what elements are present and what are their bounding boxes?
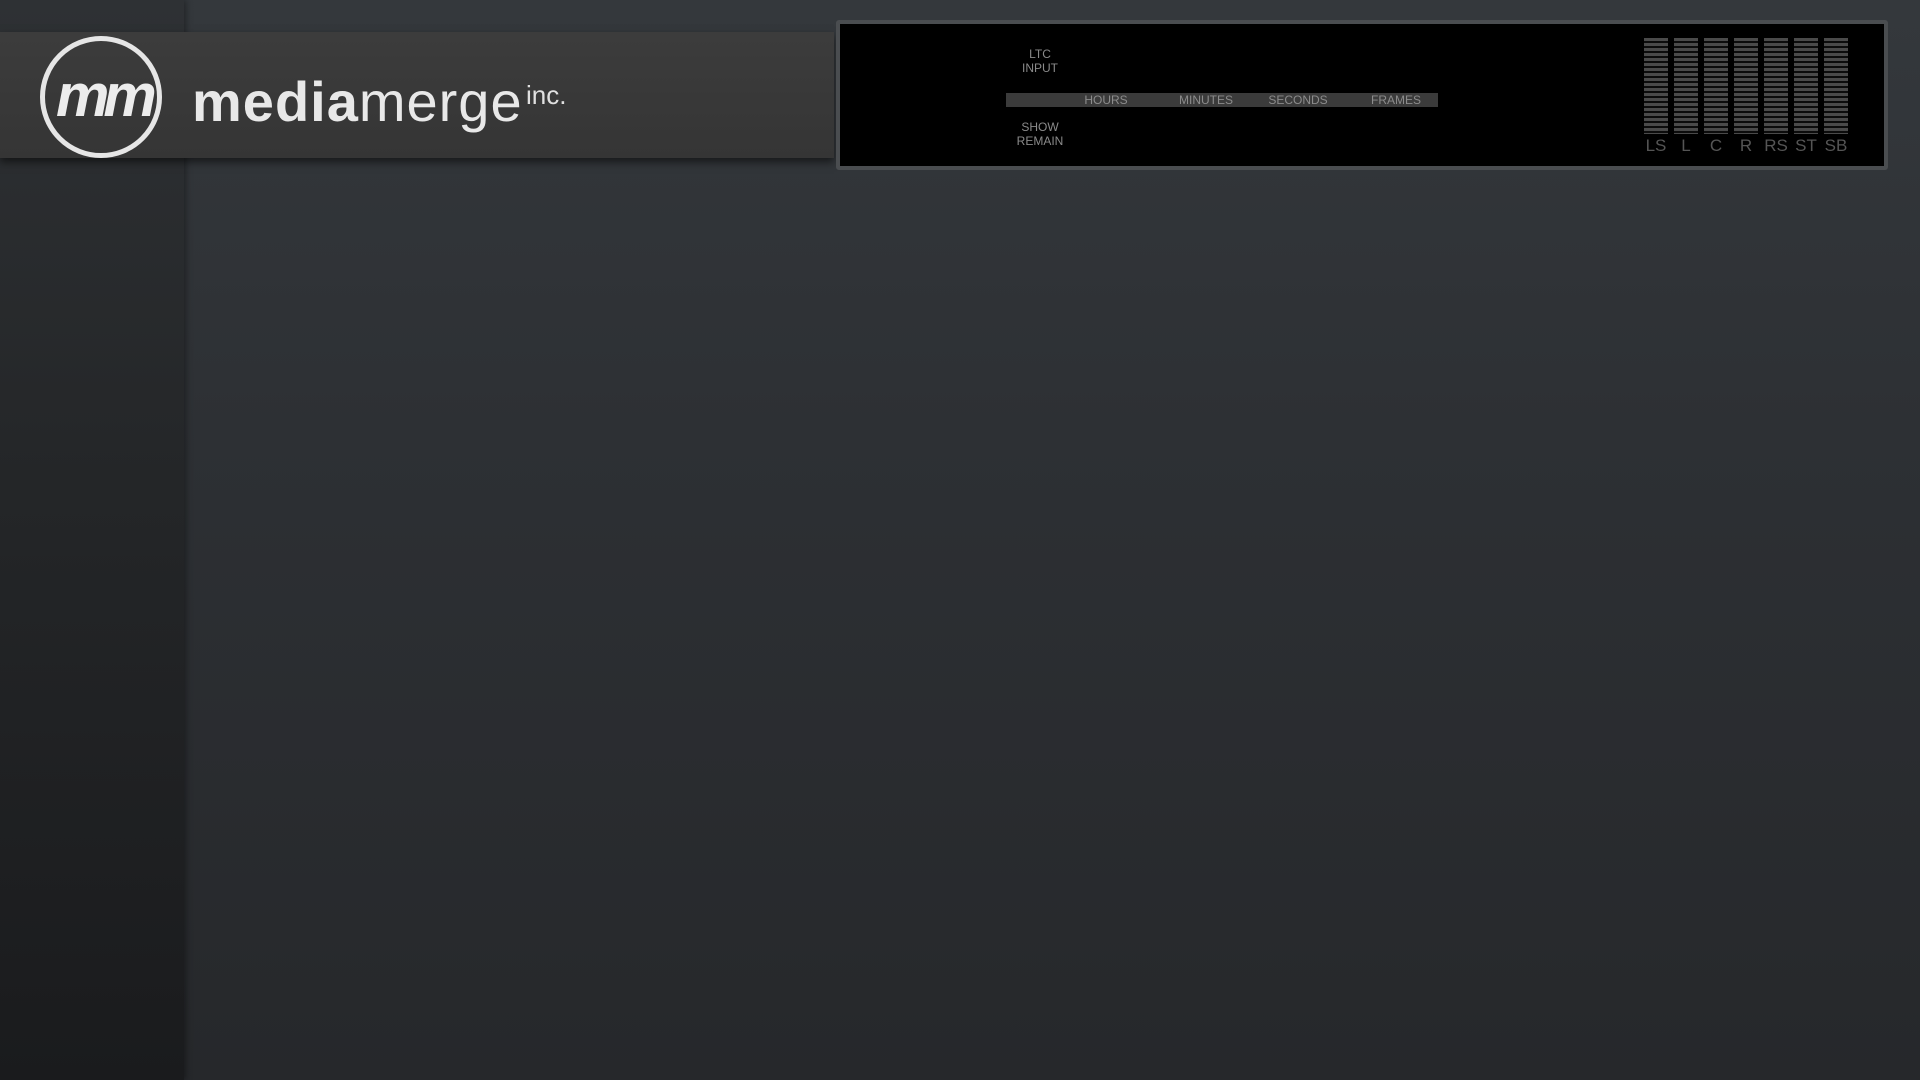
ltc-label-line: LTC: [1029, 47, 1051, 61]
meter-r: [1734, 38, 1758, 134]
meter-sb: [1824, 38, 1848, 134]
meter-l: [1674, 38, 1698, 134]
logo-wordmark: mediamerge: [192, 72, 523, 132]
left-sidebar-strip: [0, 0, 184, 1080]
frames-header: FRAMES: [1370, 93, 1421, 107]
timecode-header-strip: HOURS MINUTES SECONDS FRAMES: [1006, 93, 1438, 107]
meter-label-sb: SB: [1824, 136, 1848, 155]
seconds-header: SECONDS: [1268, 93, 1328, 107]
meter-ls: [1644, 38, 1668, 134]
logo-mark: mm: [56, 62, 157, 129]
show-label-line: REMAIN: [1016, 134, 1064, 148]
logo-suffix: inc.: [526, 80, 567, 110]
meter-label-l: L: [1681, 136, 1691, 155]
brand-header: mm mediamerge inc.: [0, 32, 834, 158]
show-label-line: SHOW: [1021, 120, 1059, 134]
meter-rs: [1764, 38, 1788, 134]
meter-label-st: ST: [1795, 136, 1817, 155]
meter-st: [1794, 38, 1818, 134]
meter-c: [1704, 38, 1728, 134]
audio-meters: LS L C R RS ST SB: [1644, 38, 1854, 158]
ltc-input-label: LTC INPUT: [1000, 47, 1080, 75]
meter-label-r: R: [1739, 136, 1753, 155]
minutes-header: MINUTES: [1179, 93, 1233, 107]
logo-word-bold: media: [192, 70, 359, 133]
logo-word-thin: merge: [358, 70, 523, 133]
hours-header: HOURS: [1084, 93, 1128, 107]
meter-label-rs: RS: [1764, 136, 1788, 155]
meter-label-c: C: [1709, 136, 1723, 155]
meter-label-ls: LS: [1645, 136, 1667, 155]
ltc-label-line: INPUT: [1022, 61, 1058, 75]
timecode-display-panel: LTC INPUT HOURS MINUTES SECONDS FRAMES S…: [836, 20, 1888, 170]
show-remain-label: SHOW REMAIN: [1000, 120, 1080, 148]
